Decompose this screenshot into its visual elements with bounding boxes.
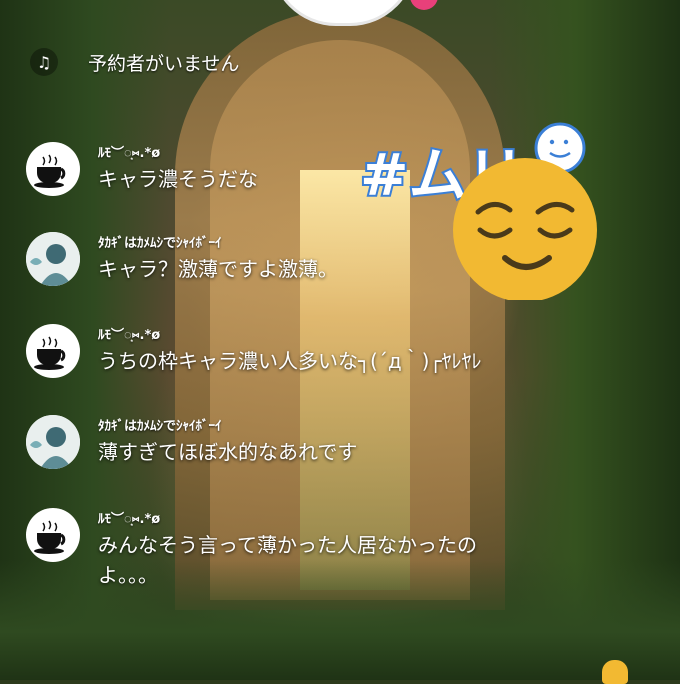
tea-cup-avatar[interactable]: [26, 142, 80, 196]
music-note-icon[interactable]: ♫: [30, 48, 58, 76]
chat-message: ﾙﾓ︶◌͙⑅.*ø みんなそう言って薄かった人居なかったの よ。。。: [26, 508, 598, 590]
gift-icon[interactable]: [602, 660, 628, 684]
message-text: みんなそう言って薄かった人居なかったの よ。。。: [98, 533, 477, 587]
hashtag-sticker: #ムリ: [358, 120, 610, 302]
tea-cup-avatar[interactable]: [26, 324, 80, 378]
chat-message: ﾀｶｷﾞはｶﾒﾑｼでｼｬｲﾎﾞｰｲ 薄すぎてほぼ水的なあれです: [26, 415, 598, 469]
tea-cup-avatar[interactable]: [26, 508, 80, 562]
chat-message: ﾙﾓ︶◌͙⑅.*ø うちの枠キャラ濃い人多いな┐(´д｀)┌ﾔﾚﾔﾚ: [26, 324, 598, 378]
reservation-text: 予約者がいません: [88, 52, 240, 75]
username[interactable]: ﾀｶｷﾞはｶﾒﾑｼでｼｬｲﾎﾞｰｲ: [98, 417, 598, 437]
person-illustration-avatar[interactable]: [26, 415, 80, 469]
person-illustration-avatar[interactable]: [26, 232, 80, 286]
reservation-status: ♫ 予約者がいません: [30, 46, 239, 78]
message-text: うちの枠キャラ濃い人多いな┐(´д｀)┌ﾔﾚﾔﾚ: [98, 349, 482, 373]
username[interactable]: ﾙﾓ︶◌͙⑅.*ø: [98, 510, 598, 530]
message-text: 薄すぎてほぼ水的なあれです: [98, 440, 358, 464]
username[interactable]: ﾙﾓ︶◌͙⑅.*ø: [98, 326, 598, 346]
relieved-face-emoji: [453, 158, 597, 302]
